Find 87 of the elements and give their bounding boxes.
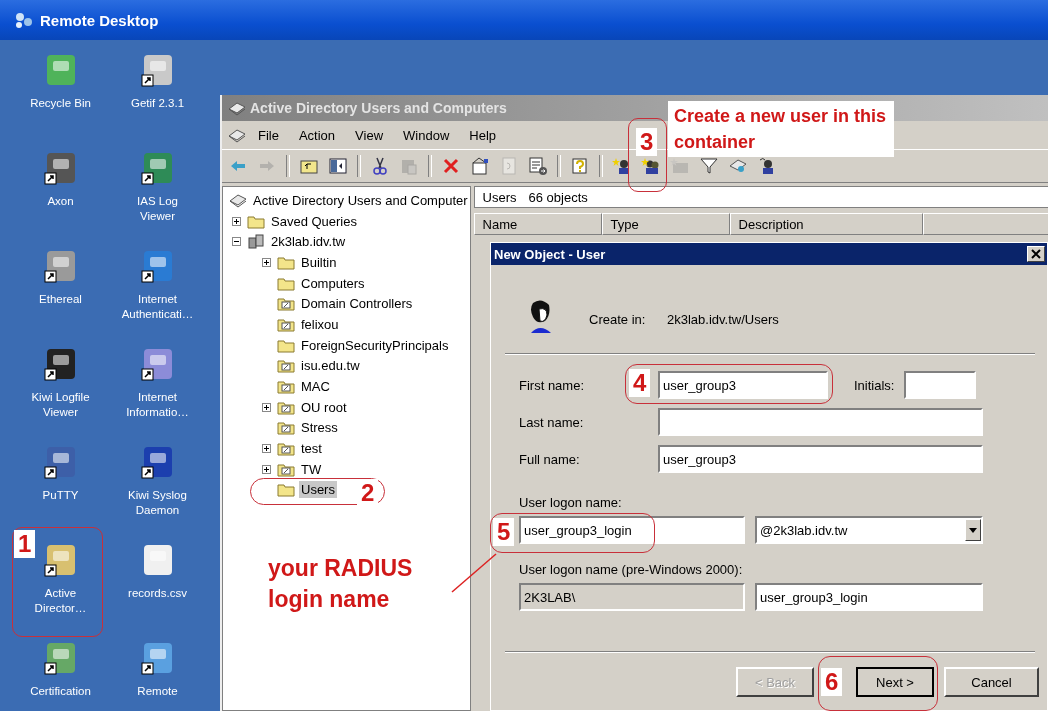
- menu-item[interactable]: File: [250, 125, 287, 145]
- folder-icon: [277, 481, 295, 499]
- window-title: New Object - User: [494, 246, 606, 262]
- folder-book-icon: [277, 419, 295, 437]
- icon-label[interactable]: Certification: [21, 684, 100, 699]
- object-count: 66 objects: [528, 189, 588, 205]
- server-icon: [247, 233, 265, 251]
- input-field[interactable]: [904, 371, 977, 399]
- menu-item[interactable]: Window: [395, 125, 458, 145]
- collapse-icon[interactable]: [232, 237, 241, 247]
- field-label: User logon name:: [519, 495, 623, 510]
- field-label: Initials:: [854, 377, 895, 393]
- column-header[interactable]: Type: [601, 213, 730, 235]
- step-number: 2: [357, 479, 379, 507]
- folder-book-icon: [277, 357, 295, 375]
- input-field[interactable]: user_group3: [658, 371, 828, 399]
- console-icon: [228, 100, 246, 116]
- field-label: User logon name (pre-Windows 2000):: [519, 562, 744, 577]
- column-header[interactable]: [922, 213, 1048, 235]
- leader-line: [451, 553, 497, 593]
- icon-label[interactable]: Ethereal: [21, 292, 100, 307]
- expand-icon[interactable]: [262, 444, 271, 454]
- tree-item[interactable]: Builtin: [299, 253, 339, 271]
- step-number: 3: [636, 128, 658, 156]
- icon-label[interactable]: Internet Informatio…: [118, 390, 197, 420]
- window-title: Active Directory Users and Computers: [250, 100, 507, 116]
- tree-item[interactable]: Active Directory Users and Computer: [251, 191, 470, 209]
- tree-item[interactable]: isu.edu.tw: [299, 357, 362, 375]
- console-icon: [228, 127, 246, 143]
- menu-item[interactable]: Help: [461, 125, 505, 145]
- tree-item[interactable]: Users: [299, 481, 337, 499]
- step-number: 4: [629, 369, 651, 397]
- icon-label[interactable]: Internet Authenticati…: [118, 292, 197, 322]
- tree-item[interactable]: TW: [299, 460, 324, 478]
- tree-item[interactable]: test: [299, 440, 324, 458]
- input-field[interactable]: user_group3: [658, 445, 983, 473]
- tree-item[interactable]: OU root: [299, 398, 349, 416]
- tree-item[interactable]: Domain Controllers: [299, 295, 415, 313]
- pane-title: Users: [482, 189, 517, 205]
- callout-text: Create a new user in this container: [668, 101, 894, 157]
- tree-item[interactable]: Computers: [299, 274, 367, 292]
- window-title: Remote Desktop: [40, 11, 159, 29]
- field-label: Full name:: [519, 451, 581, 467]
- tree-item[interactable]: felixou: [299, 315, 341, 333]
- folder-book-icon: [277, 378, 295, 396]
- list-arrow-icon[interactable]: [526, 154, 550, 178]
- domain-dropdown[interactable]: @2k3lab.idv.tw: [755, 516, 983, 544]
- step-number: 1: [14, 530, 36, 558]
- field-label: First name:: [519, 377, 585, 393]
- callout-text: your RADIUS login name: [268, 554, 414, 614]
- menu-item[interactable]: Action: [290, 125, 344, 145]
- icon-label[interactable]: Active Director…: [21, 586, 100, 616]
- icon-label[interactable]: Recycle Bin: [21, 96, 100, 111]
- tree-item[interactable]: Stress: [299, 419, 340, 437]
- input-field[interactable]: user_group3_login: [519, 516, 745, 544]
- tree-item[interactable]: ForeignSecurityPrincipals: [299, 336, 451, 354]
- icon-label[interactable]: records.csv: [118, 586, 197, 601]
- network-icon: [14, 11, 34, 29]
- expand-icon[interactable]: [262, 257, 271, 267]
- icon-label[interactable]: Getif 2.3.1: [118, 96, 197, 111]
- expand-icon[interactable]: [232, 216, 241, 226]
- icon-label[interactable]: IAS Log Viewer: [118, 194, 197, 224]
- close-button[interactable]: [1027, 246, 1045, 262]
- step-number: 5: [493, 518, 515, 546]
- icon-label[interactable]: Axon: [21, 194, 100, 209]
- tree-item[interactable]: Saved Queries: [269, 212, 359, 230]
- input-field[interactable]: user_group3_login: [755, 583, 983, 611]
- icon-label[interactable]: PuTTY: [21, 488, 100, 503]
- container-path: 2k3lab.idv.tw/Users: [667, 311, 779, 327]
- column-header[interactable]: Name: [473, 213, 602, 235]
- expand-icon[interactable]: [262, 464, 271, 474]
- column-header[interactable]: Description: [729, 213, 923, 235]
- tree-item[interactable]: 2k3lab.idv.tw: [269, 233, 348, 251]
- icon-label[interactable]: Remote: [118, 684, 197, 699]
- folder-book-icon: [277, 440, 295, 458]
- field-label: Last name:: [519, 414, 585, 430]
- dialog-button[interactable]: Next >: [856, 667, 934, 697]
- field-label: Create in:: [589, 311, 647, 327]
- dialog-button[interactable]: Cancel: [944, 667, 1039, 697]
- tree-item[interactable]: MAC: [299, 378, 332, 396]
- input-field[interactable]: [658, 408, 983, 436]
- menu-item[interactable]: View: [347, 125, 392, 145]
- expand-icon[interactable]: [262, 402, 271, 412]
- icon-label[interactable]: Kiwi Syslog Daemon: [118, 488, 197, 518]
- folder-book-icon: [277, 295, 295, 313]
- icon-label[interactable]: Kiwi Logfile Viewer: [21, 390, 100, 420]
- step-number: 6: [821, 668, 843, 696]
